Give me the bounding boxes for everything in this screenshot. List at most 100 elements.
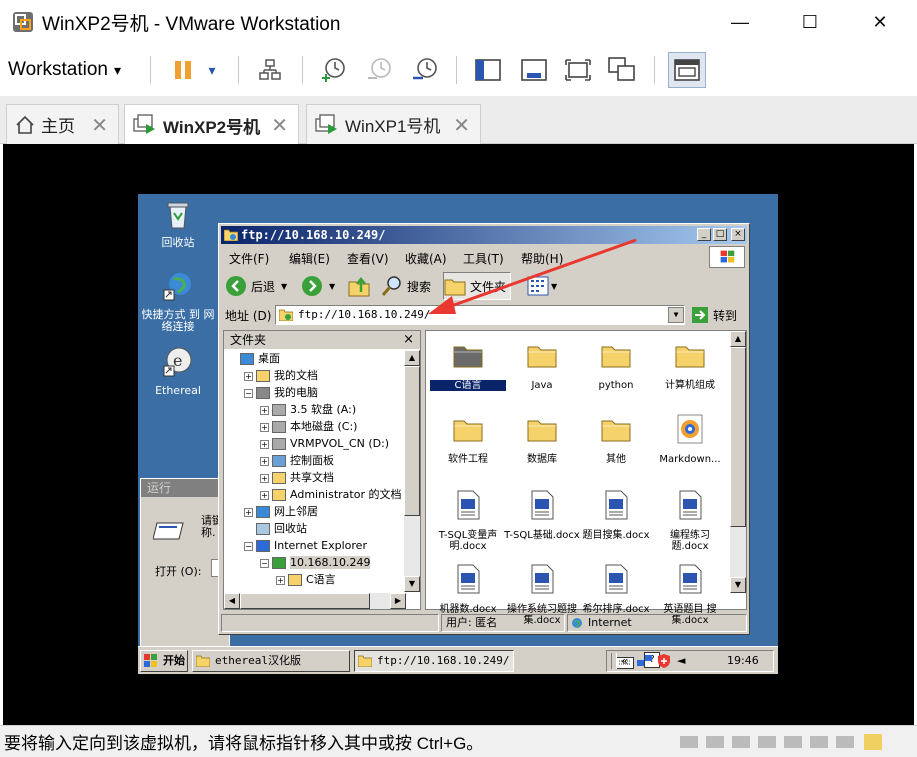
tree-item[interactable]: + 共享文档 [260, 469, 334, 486]
take-snapshot-button[interactable] [316, 54, 350, 86]
file-item[interactable]: 其他 [578, 413, 654, 465]
explorer-close-button[interactable]: × [731, 228, 745, 241]
menu-file[interactable]: 文件(F) [229, 250, 269, 267]
collapse-icon[interactable]: − [260, 558, 269, 568]
desktop-icon-ethereal[interactable]: e Ethereal [138, 346, 218, 397]
explorer-maximize-button[interactable]: □ [713, 228, 727, 241]
toolbar-divider [302, 56, 303, 84]
tab-home[interactable]: 主页 ✕ [6, 104, 119, 144]
volume-icon[interactable]: ◄ [677, 654, 685, 667]
file-item[interactable]: 编程练习题.docx [652, 489, 728, 552]
close-icon[interactable]: ✕ [271, 113, 288, 138]
tree-scroll-thumb[interactable] [404, 366, 420, 516]
chevron-down-icon[interactable]: ▼ [329, 282, 335, 291]
file-item[interactable]: C语言 [429, 339, 507, 392]
tree-item[interactable]: +3.5 软盘 (A:) [260, 401, 356, 418]
taskbar-item-active[interactable]: ftp://10.168.10.249/ [354, 650, 514, 672]
address-dropdown[interactable]: ▼ [668, 307, 684, 323]
minimize-button[interactable]: — [705, 0, 775, 44]
markdown-app-icon [677, 414, 703, 444]
tab-winxp1[interactable]: WinXP1号机 ✕ [306, 104, 481, 144]
desktop-icon-recycle-bin[interactable]: 回收站 [138, 198, 218, 249]
file-label: T-SQL基础.docx [504, 530, 580, 541]
expand-icon[interactable]: + [260, 405, 269, 415]
tree-item[interactable]: + C语言 [276, 571, 336, 588]
tree-item[interactable]: + Administrator 的文档 [260, 486, 401, 503]
chevron-down-icon[interactable]: ▼ [281, 282, 287, 291]
tree-item[interactable]: + 本地磁盘 (C:) [260, 418, 357, 435]
tree-item[interactable]: 回收站 [244, 520, 307, 537]
file-item[interactable]: Java [504, 339, 580, 391]
tree-item[interactable]: + 网上邻居 [244, 503, 318, 520]
guest-screen[interactable]: 回收站 快捷方式 到 网络连接 e Ethereal 运行 请键 称. 打开 (… [138, 194, 778, 674]
tree-item[interactable]: + VRMPVOL_CN (D:) [260, 435, 389, 452]
send-ctrl-alt-del-button[interactable] [254, 54, 286, 86]
tree-item[interactable]: + 我的文档 [244, 367, 318, 384]
expand-icon[interactable]: + [260, 456, 269, 466]
files-pane[interactable]: C语言 Java python 计算机组成软件工程 数据库 其他 Markdown... T-… [425, 330, 747, 626]
power-dropdown[interactable]: ▾ [200, 54, 224, 86]
tree-vertical-scrollbar[interactable]: ▲ ▼ [404, 350, 420, 592]
revert-snapshot-button[interactable] [362, 54, 396, 86]
expand-icon[interactable]: + [244, 507, 253, 517]
tree-item[interactable]: +J... [276, 588, 320, 590]
file-item[interactable]: T-SQL基础.docx [504, 489, 580, 541]
file-item[interactable]: python [578, 339, 654, 391]
menu-view[interactable]: 查看(V) [347, 250, 389, 267]
file-item[interactable]: T-SQL变量声明.docx [430, 489, 506, 552]
tree-item[interactable]: − 我的电脑 [244, 384, 318, 401]
expand-icon[interactable]: + [244, 371, 253, 381]
file-item[interactable]: 题目搜集.docx [578, 489, 654, 541]
tree-item[interactable]: − Internet Explorer [244, 537, 367, 554]
close-icon[interactable]: × [403, 331, 414, 349]
file-item[interactable]: 希尔排序.docx [578, 563, 654, 615]
close-icon[interactable]: ✕ [91, 113, 108, 138]
up-button[interactable] [347, 274, 371, 301]
show-thumbnail-button[interactable] [518, 54, 550, 86]
workstation-menu[interactable]: Workstation ▾ [8, 54, 142, 86]
file-item[interactable]: 数据库 [504, 413, 580, 465]
file-item[interactable]: Markdown... [652, 413, 728, 465]
explorer-minimize-button[interactable]: _ [697, 228, 711, 241]
tree-horizontal-scrollbar[interactable]: ◀ ▶ [224, 593, 406, 609]
unity-button[interactable] [606, 54, 638, 86]
folder-tree[interactable]: 桌面 + 我的文档 − 我的电脑 +3.5 软盘 (A:) + 本地磁盘 (C:) + VRMPV… [224, 350, 406, 590]
collapse-icon[interactable]: − [244, 388, 253, 398]
file-item[interactable]: 计算机组成 [652, 339, 728, 391]
menu-edit[interactable]: 编辑(E) [289, 250, 330, 267]
expand-icon[interactable]: + [276, 575, 285, 585]
clock[interactable]: 19:46 [727, 654, 759, 667]
file-item[interactable]: 机器数.docx [430, 563, 506, 615]
expand-icon[interactable]: + [260, 422, 269, 432]
tree-item[interactable]: + 控制面板 [260, 452, 334, 469]
close-button[interactable]: ✕ [845, 0, 915, 44]
taskbar-item[interactable]: ethereal汉化版 [192, 650, 350, 672]
snapshot-manager-button[interactable] [408, 54, 442, 86]
expand-icon[interactable]: + [260, 439, 269, 449]
show-library-button[interactable] [472, 54, 504, 86]
console-view-button[interactable] [668, 52, 706, 88]
collapse-icon[interactable]: − [244, 541, 253, 551]
forward-button[interactable]: ▼ [301, 274, 335, 298]
maximize-button[interactable]: ☐ [775, 0, 845, 44]
tree-item[interactable]: − 10.168.10.249 [260, 554, 371, 571]
go-button[interactable]: 转到 [691, 305, 737, 325]
pause-icon [175, 61, 191, 79]
full-screen-button[interactable] [562, 54, 594, 86]
expand-icon[interactable]: + [260, 490, 269, 500]
run-open-label: 打开 (O): [155, 565, 202, 578]
tab-winxp2[interactable]: WinXP2号机 ✕ [124, 104, 299, 145]
pause-button[interactable] [166, 54, 200, 86]
document-icon [457, 564, 480, 594]
tab-label: WinXP1号机 [345, 117, 441, 136]
tray-expand-arrow[interactable]: « [621, 654, 628, 668]
files-vertical-scrollbar[interactable]: ▲ ▼ [730, 331, 746, 593]
back-button[interactable]: 后退 ▼ [225, 274, 287, 298]
start-button[interactable]: 开始 [140, 650, 188, 672]
tree-item[interactable]: 桌面 [228, 350, 280, 367]
file-item[interactable]: 软件工程 [430, 413, 506, 465]
sidebar-icon [475, 59, 501, 81]
close-icon[interactable]: ✕ [453, 113, 470, 138]
expand-icon[interactable]: + [260, 473, 269, 483]
desktop-icon-network-shortcut[interactable]: 快捷方式 到 网络连接 [138, 270, 218, 333]
